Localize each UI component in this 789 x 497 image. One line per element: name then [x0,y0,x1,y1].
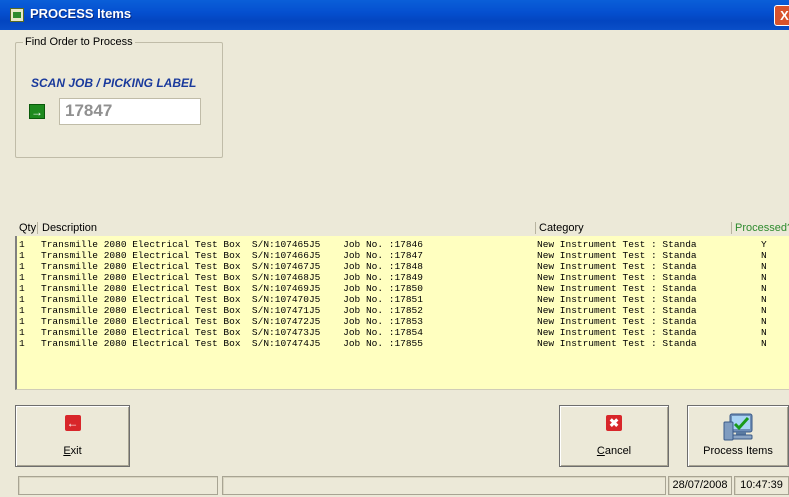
cell-processed: N [761,327,767,338]
table-row[interactable]: 1 Transmille 2080 Electrical Test Box S/… [17,283,767,294]
cell-processed: N [761,316,767,327]
back-arrow-icon: ← [64,415,81,431]
cell-qty: 1 [19,239,25,250]
process-items-button[interactable]: Process Items [687,405,789,467]
title-bar: PROCESS Items X [0,0,789,30]
status-panel-1 [18,476,218,495]
table-row[interactable]: 1 Transmille 2080 Electrical Test Box S/… [17,338,767,349]
cell-qty: 1 [19,316,25,327]
cell-processed: N [761,250,767,261]
cell-category: New Instrument Test : Standa [537,327,697,338]
cell-description: Transmille 2080 Electrical Test Box S/N:… [41,283,423,294]
exit-button[interactable]: ← Exit [15,405,130,467]
grid-header: Qty Description Category Processed? [15,220,789,237]
table-row[interactable]: 1 Transmille 2080 Electrical Test Box S/… [17,327,767,338]
cell-category: New Instrument Test : Standa [537,272,697,283]
cancel-x-icon: ✖ [606,415,622,431]
cell-description: Transmille 2080 Electrical Test Box S/N:… [41,327,423,338]
table-row[interactable]: 1 Transmille 2080 Electrical Test Box S/… [17,250,767,261]
header-category[interactable]: Category [539,222,584,234]
cell-processed: N [761,261,767,272]
header-description[interactable]: Description [42,222,97,234]
cell-category: New Instrument Test : Standa [537,294,697,305]
cell-qty: 1 [19,338,25,349]
cell-processed: N [761,338,767,349]
cell-qty: 1 [19,261,25,272]
table-row[interactable]: 1 Transmille 2080 Electrical Test Box S/… [17,261,767,272]
cell-category: New Instrument Test : Standa [537,239,697,250]
cell-description: Transmille 2080 Electrical Test Box S/N:… [41,316,423,327]
cell-qty: 1 [19,305,25,316]
cell-qty: 1 [19,327,25,338]
status-time: 10:47:39 [734,476,789,495]
window-title: PROCESS Items [30,6,132,21]
table-row[interactable]: 1 Transmille 2080 Electrical Test Box S/… [17,272,767,283]
header-processed[interactable]: Processed? [735,222,789,234]
cell-processed: N [761,272,767,283]
cell-description: Transmille 2080 Electrical Test Box S/N:… [41,338,423,349]
cell-category: New Instrument Test : Standa [537,305,697,316]
cell-category: New Instrument Test : Standa [537,250,697,261]
cell-description: Transmille 2080 Electrical Test Box S/N:… [41,239,423,250]
table-row[interactable]: 1 Transmille 2080 Electrical Test Box S/… [17,294,767,305]
status-date: 28/07/2008 [668,476,732,495]
cell-description: Transmille 2080 Electrical Test Box S/N:… [41,272,423,283]
scan-label: SCAN JOB / PICKING LABEL [31,76,197,90]
table-row[interactable]: 1 Transmille 2080 Electrical Test Box S/… [17,305,767,316]
cell-category: New Instrument Test : Standa [537,338,697,349]
table-row[interactable]: 1 Transmille 2080 Electrical Test Box S/… [17,316,767,327]
cancel-button[interactable]: ✖ Cancel [559,405,669,467]
cell-category: New Instrument Test : Standa [537,261,697,272]
cell-description: Transmille 2080 Electrical Test Box S/N:… [41,261,423,272]
header-qty[interactable]: Qty [19,222,36,234]
group-legend: Find Order to Process [23,36,135,48]
cancel-label: Cancel [596,445,632,457]
table-row[interactable]: 1 Transmille 2080 Electrical Test Box S/… [17,239,767,250]
cell-processed: Y [761,239,767,250]
go-arrow-icon[interactable]: → [29,104,45,119]
status-bar: 28/07/2008 10:47:39 [0,474,789,497]
process-items-label: Process Items [703,445,773,457]
scan-input[interactable]: 17847 [59,98,201,125]
cell-qty: 1 [19,283,25,294]
exit-label: Exit [63,445,82,457]
cell-description: Transmille 2080 Electrical Test Box S/N:… [41,294,423,305]
cell-qty: 1 [19,294,25,305]
cell-category: New Instrument Test : Standa [537,316,697,327]
status-panel-2 [222,476,666,495]
computer-check-icon [721,412,755,444]
app-icon [10,8,24,22]
cell-description: Transmille 2080 Electrical Test Box S/N:… [41,250,423,261]
close-button[interactable]: X [774,5,789,26]
items-grid[interactable]: 1 Transmille 2080 Electrical Test Box S/… [15,236,789,390]
cell-processed: N [761,305,767,316]
cell-qty: 1 [19,250,25,261]
cell-processed: N [761,283,767,294]
cell-description: Transmille 2080 Electrical Test Box S/N:… [41,305,423,316]
cell-processed: N [761,294,767,305]
cell-category: New Instrument Test : Standa [537,283,697,294]
cell-qty: 1 [19,272,25,283]
